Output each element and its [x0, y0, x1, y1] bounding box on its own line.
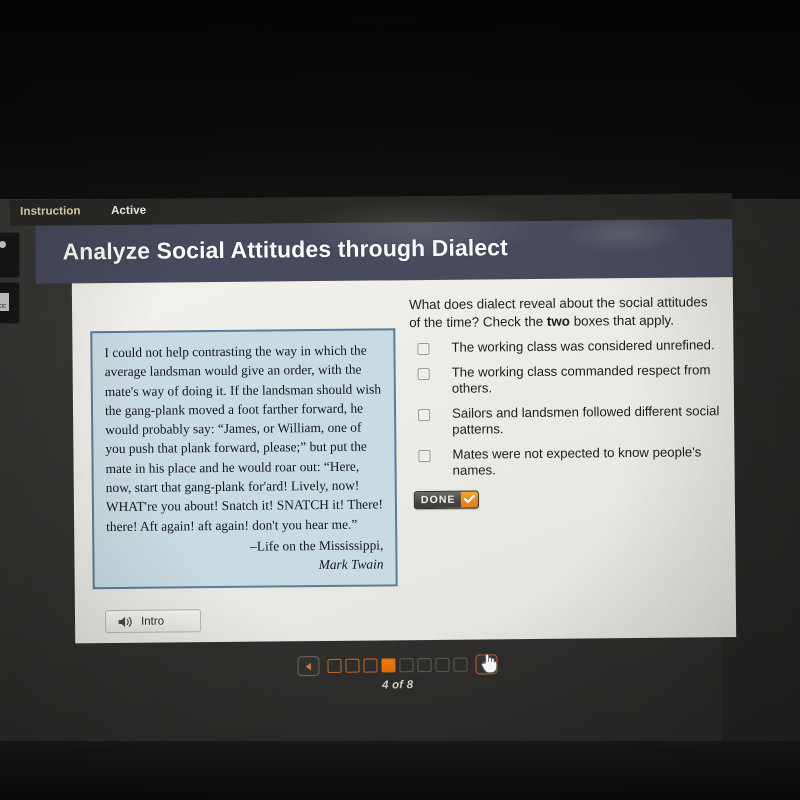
- done-button-label: DONE: [420, 493, 456, 506]
- photographed-screen-scene: DOC Instruction Active Analyze Social At…: [0, 0, 800, 800]
- document-icon-glyph: DOC: [0, 293, 9, 311]
- page-pip[interactable]: [363, 658, 378, 673]
- checkbox-icon[interactable]: [417, 367, 430, 380]
- passage-author: Mark Twain: [318, 556, 384, 573]
- choice-option[interactable]: The working class commanded respect from…: [410, 362, 722, 398]
- choice-option[interactable]: Sailors and landsmen followed different …: [410, 403, 722, 439]
- page-pip[interactable]: [345, 658, 360, 673]
- title-banner: Analyze Social Attitudes through Dialect: [35, 213, 733, 284]
- next-page-button[interactable]: [475, 654, 498, 675]
- choice-label: Sailors and landsmen followed different …: [451, 402, 720, 437]
- question-prompt: What does dialect reveal about the socia…: [409, 293, 721, 331]
- screen-glare-title: [565, 213, 686, 255]
- checkbox-icon[interactable]: [417, 342, 430, 356]
- dot-icon-glyph: [0, 241, 6, 248]
- question-prompt-emphasis: two: [546, 313, 571, 329]
- choice-label: Mates were not expected to know people's…: [452, 443, 702, 478]
- checkbox-icon[interactable]: [418, 449, 431, 462]
- choice-label: The working class was considered unrefin…: [451, 337, 715, 355]
- page-title: Analyze Social Attitudes through Dialect: [62, 234, 508, 265]
- done-button[interactable]: DONE: [413, 490, 479, 509]
- application-screen: Instruction Active Analyze Social Attitu…: [10, 193, 737, 720]
- choice-label: The working class commanded respect from…: [451, 361, 711, 396]
- choice-option[interactable]: The working class was considered unrefin…: [409, 337, 721, 356]
- question-prompt-part2: boxes that apply.: [569, 312, 674, 329]
- passage-attribution: –Life on the Mississippi, Mark Twain: [106, 535, 383, 576]
- question-column: What does dialect reveal about the socia…: [409, 293, 723, 509]
- passage-source: –Life on the Mississippi,: [250, 537, 384, 554]
- backdrop-bottom-dark: [0, 741, 800, 800]
- check-icon: [460, 491, 478, 508]
- page-pip[interactable]: [435, 657, 450, 672]
- intro-audio-label: Intro: [140, 615, 165, 628]
- content-card: I could not help contrasting the way in …: [71, 277, 737, 644]
- page-pip-list: [327, 657, 468, 673]
- document-icon-label: DOC: [0, 304, 7, 310]
- page-counter: 4 of 8: [381, 679, 414, 692]
- page-pip-current[interactable]: [381, 658, 396, 673]
- tab-instruction[interactable]: Instruction: [20, 205, 81, 218]
- checkbox-icon[interactable]: [418, 408, 431, 421]
- tab-active[interactable]: Active: [111, 205, 146, 217]
- backdrop-top-dark: [0, 0, 800, 201]
- intro-audio-button[interactable]: Intro: [104, 609, 202, 634]
- choice-option[interactable]: Mates were not expected to know people's…: [410, 444, 722, 480]
- passage-box: I could not help contrasting the way in …: [90, 328, 398, 590]
- passage-text: I could not help contrasting the way in …: [104, 342, 383, 534]
- previous-page-button[interactable]: [297, 656, 320, 677]
- page-navigation: [297, 653, 498, 677]
- page-pip[interactable]: [417, 657, 432, 673]
- page-pip[interactable]: [399, 658, 414, 673]
- speaker-icon: [117, 614, 134, 628]
- page-pip[interactable]: [453, 657, 468, 672]
- page-pip[interactable]: [327, 658, 342, 673]
